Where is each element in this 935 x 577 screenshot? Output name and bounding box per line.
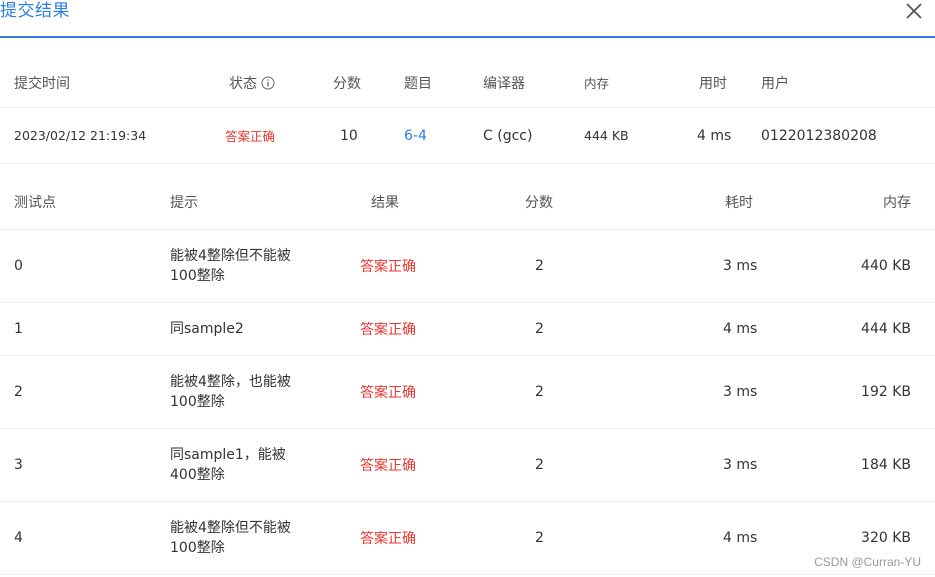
submission-summary-table: 提交时间 状态 分数 题目 编译器 内存 用时 用户 2023/02/12 21… [0,58,935,164]
test-point: 4 [14,530,23,546]
header-test-memory: 内存 [883,194,911,211]
test-elapsed: 4 ms [723,530,758,546]
header-submit-time: 提交时间 [14,75,70,92]
test-result: 答案正确 [360,322,416,338]
table-row: 1 同sample2 答案正确 2 4 ms 444 KB [0,303,935,356]
test-memory: 444 KB [861,321,911,337]
test-point: 1 [14,321,23,337]
header-score: 分数 [333,75,361,92]
test-elapsed: 3 ms [723,457,758,473]
test-score: 2 [535,321,544,337]
test-elapsed: 4 ms [723,321,758,337]
header-elapsed: 耗时 [725,194,753,211]
header-status: 状态 [229,58,275,107]
test-score: 2 [535,530,544,546]
score-value: 10 [340,127,358,144]
header-test-point: 测试点 [14,194,56,211]
table-row: 0 能被4整除但不能被100整除 答案正确 2 3 ms 440 KB [0,230,935,303]
test-hint: 能被4整除但不能被100整除 [170,248,291,284]
test-elapsed: 3 ms [723,258,758,274]
header-test-score: 分数 [525,194,553,211]
tests-header-row: 测试点 提示 结果 分数 耗时 内存 [0,174,935,230]
test-score: 2 [535,384,544,400]
user-value: 0122012380208 [761,127,877,144]
submit-time: 2023/02/12 21:19:34 [14,128,147,143]
test-point: 0 [14,258,23,274]
header-result: 结果 [371,194,399,211]
header-time-used: 用时 [699,75,727,92]
header-hint: 提示 [170,194,198,211]
header-user: 用户 [761,75,789,92]
header-compiler: 编译器 [483,75,525,92]
header-problem: 题目 [404,75,432,92]
time-used-value: 4 ms [697,127,732,144]
dialog-header: 提交结果 [0,0,935,38]
dialog-title: 提交结果 [0,1,70,21]
summary-data-row: 2023/02/12 21:19:34 答案正确 10 6-4 C (gcc) … [0,108,935,164]
problem-link[interactable]: 6-4 [404,108,427,163]
test-memory: 192 KB [861,384,911,400]
test-elapsed: 3 ms [723,384,758,400]
memory-value: 444 KB [584,128,629,143]
watermark: CSDN @Curran-YU [814,555,921,569]
test-hint: 同sample2 [170,321,244,337]
table-row: 4 能被4整除但不能被100整除 答案正确 2 4 ms 320 KB [0,502,935,575]
test-point: 2 [14,384,23,400]
compiler-value: C (gcc) [483,127,533,144]
test-score: 2 [535,457,544,473]
header-status-label: 状态 [229,75,257,92]
test-result: 答案正确 [360,458,416,474]
info-icon[interactable] [261,76,275,90]
test-point: 3 [14,457,23,473]
test-result: 答案正确 [360,531,416,547]
test-memory: 184 KB [861,457,911,473]
test-score: 2 [535,258,544,274]
close-button[interactable] [903,0,925,22]
table-row: 2 能被4整除，也能被100整除 答案正确 2 3 ms 192 KB [0,356,935,429]
test-hint: 能被4整除，也能被100整除 [170,374,291,410]
table-row: 3 同sample1，能被400整除 答案正确 2 3 ms 184 KB [0,429,935,502]
header-memory: 内存 [584,76,610,91]
test-hint: 同sample1，能被400整除 [170,447,286,483]
summary-header-row: 提交时间 状态 分数 题目 编译器 内存 用时 用户 [0,58,935,108]
close-icon [906,3,922,19]
status-value: 答案正确 [225,129,276,144]
test-hint: 能被4整除但不能被100整除 [170,520,291,556]
test-result: 答案正确 [360,259,416,275]
submission-result-dialog: 提交结果 提交时间 状态 分数 题目 编译器 内存 用时 用户 2023/02/… [0,0,935,577]
test-memory: 440 KB [861,258,911,274]
test-points-table: 测试点 提示 结果 分数 耗时 内存 0 能被4整除但不能被100整除 答案正确… [0,174,935,575]
test-result: 答案正确 [360,385,416,401]
